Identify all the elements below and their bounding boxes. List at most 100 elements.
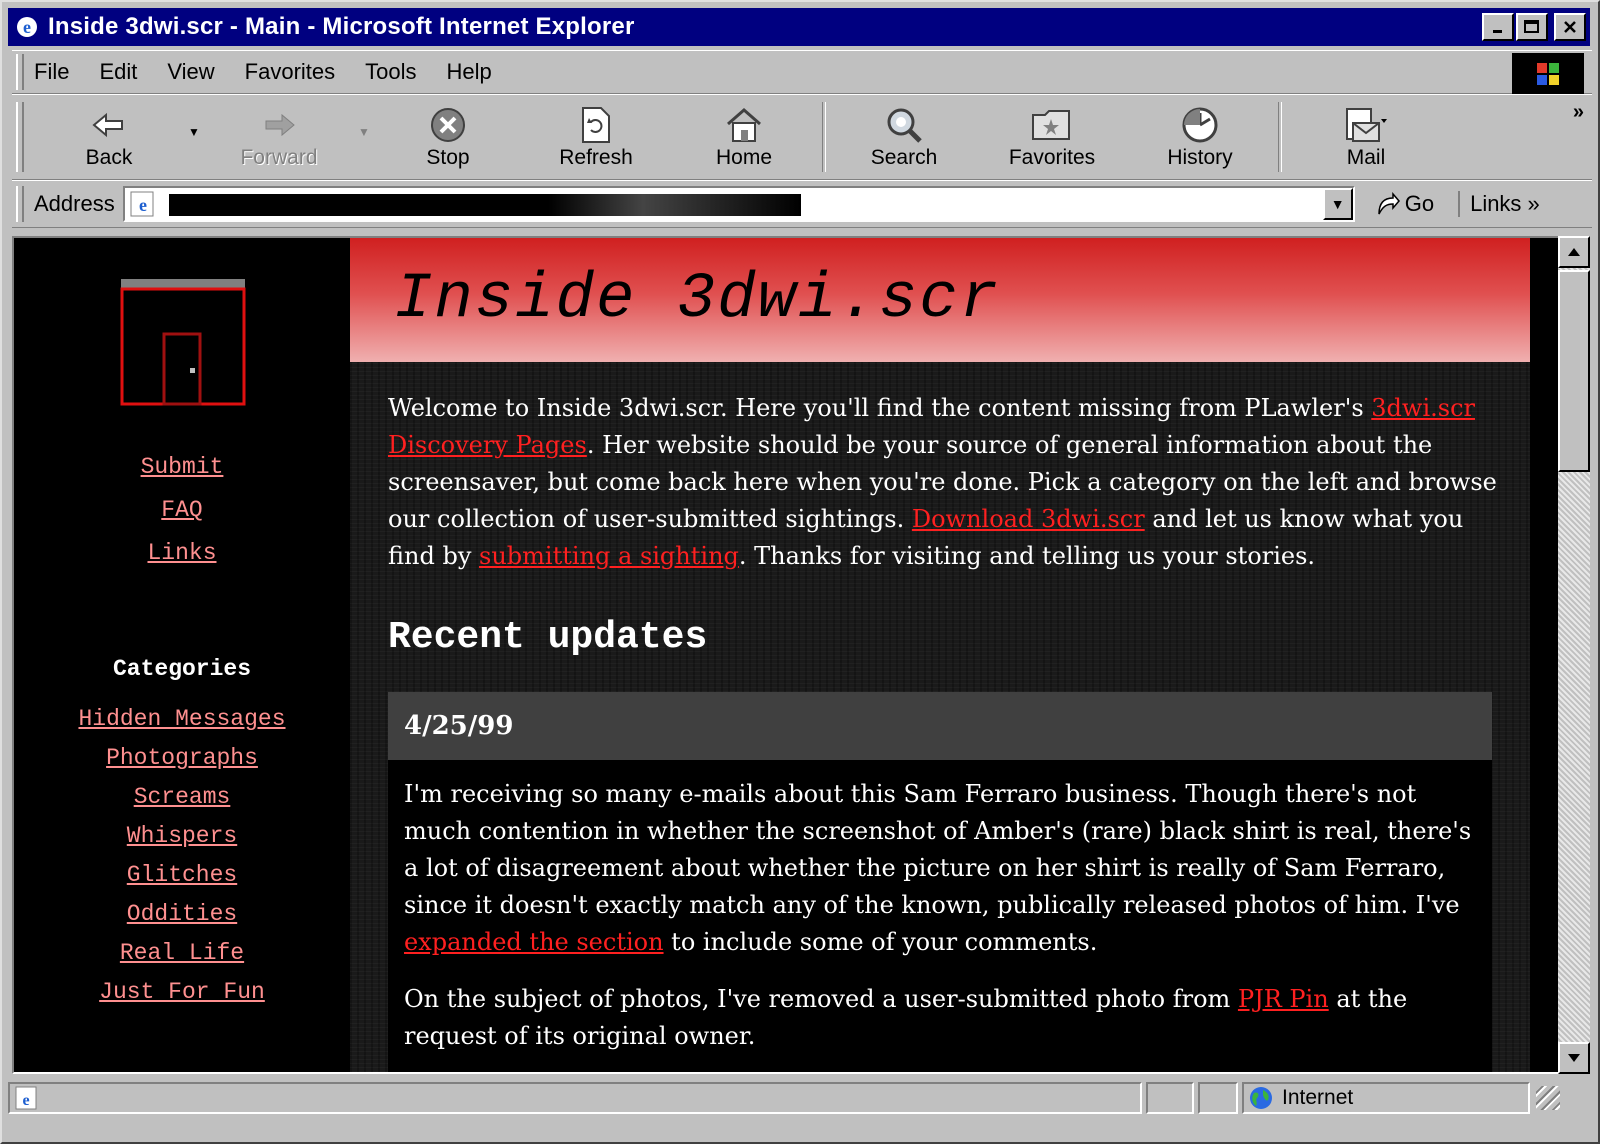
intro-paragraph: Welcome to Inside 3dwi.scr. Here you'll …: [388, 390, 1498, 575]
post-paragraph-1: I'm receiving so many e-mails about this…: [404, 776, 1476, 961]
refresh-label: Refresh: [559, 146, 633, 169]
nav-faq-link[interactable]: FAQ: [14, 499, 350, 522]
category-real-life[interactable]: Real Life: [14, 942, 350, 965]
search-label: Search: [870, 146, 938, 169]
stop-label: Stop: [426, 146, 470, 169]
menu-bar: File Edit View Favorites Tools Help: [12, 50, 1592, 95]
svg-text:e: e: [23, 17, 31, 37]
ie-logo-icon: e: [14, 14, 40, 40]
standard-toolbar: Back ▼ Forward ▼ Stop Refresh Home Searc…: [12, 94, 1592, 180]
back-label: Back: [85, 146, 133, 169]
address-bar: Address e ▼ Go Links »: [12, 180, 1592, 228]
pjr-pin-link[interactable]: PJR Pin: [1238, 985, 1329, 1013]
post-p1-text: I'm receiving so many e-mails about this…: [404, 780, 1472, 919]
address-label: Address: [34, 191, 115, 216]
submit-sighting-link[interactable]: submitting a sighting: [479, 542, 739, 570]
category-list: Hidden Messages Photographs Screams Whis…: [14, 708, 350, 1020]
toolbar-more-icon[interactable]: »: [1573, 101, 1584, 124]
url-redaction: [168, 194, 801, 216]
search-button[interactable]: Search: [830, 97, 978, 177]
arrow-down-icon: [1568, 1054, 1580, 1062]
menu-help[interactable]: Help: [447, 59, 492, 85]
maximize-button[interactable]: [1516, 13, 1548, 41]
back-arrow-icon: [92, 104, 126, 146]
history-button[interactable]: History: [1126, 97, 1274, 177]
refresh-button[interactable]: Refresh: [522, 97, 670, 177]
menu-grip[interactable]: [16, 54, 24, 90]
category-hidden-messages[interactable]: Hidden Messages: [14, 708, 350, 731]
svg-text:e: e: [139, 195, 147, 215]
category-glitches[interactable]: Glitches: [14, 864, 350, 887]
door-logo-icon[interactable]: [120, 278, 246, 406]
menu-favorites[interactable]: Favorites: [245, 59, 335, 85]
mail-button[interactable]: Mail: [1286, 97, 1446, 177]
forward-button[interactable]: Forward: [204, 97, 354, 177]
address-grip[interactable]: [16, 186, 24, 222]
toolbar-grip[interactable]: [16, 102, 24, 172]
windows-logo-icon: [1512, 53, 1584, 95]
security-zone[interactable]: Internet: [1242, 1082, 1530, 1114]
minimize-button[interactable]: [1482, 13, 1514, 41]
page-title: Inside 3dwi.scr: [394, 264, 1001, 336]
category-whispers[interactable]: Whispers: [14, 825, 350, 848]
scroll-down-button[interactable]: [1558, 1042, 1590, 1074]
favorites-button[interactable]: Favorites: [978, 97, 1126, 177]
categories-heading: Categories: [112, 656, 252, 682]
home-label: Home: [715, 146, 773, 169]
forward-arrow-icon: [262, 104, 296, 146]
status-bar: e Internet: [8, 1078, 1592, 1118]
menu-view[interactable]: View: [167, 59, 214, 85]
address-input[interactable]: e ▼: [122, 186, 1355, 222]
mail-label: Mail: [1346, 146, 1386, 169]
main-content: Inside 3dwi.scr Welcome to Inside 3dwi.s…: [350, 238, 1530, 1072]
go-label: Go: [1404, 191, 1435, 216]
page-icon: e: [129, 190, 157, 218]
category-oddities[interactable]: Oddities: [14, 903, 350, 926]
forward-dropdown-icon[interactable]: ▼: [354, 125, 374, 139]
resize-grip[interactable]: [1536, 1086, 1560, 1110]
scroll-up-button[interactable]: [1558, 236, 1590, 268]
category-photographs[interactable]: Photographs: [14, 747, 350, 770]
menu-edit[interactable]: Edit: [99, 59, 137, 85]
links-button[interactable]: Links »: [1458, 191, 1540, 217]
menu-file[interactable]: File: [34, 59, 69, 85]
update-post: 4/25/99 I'm receiving so many e-mails ab…: [388, 692, 1492, 1072]
links-label: Links: [1470, 191, 1522, 216]
nav-submit-link[interactable]: Submit: [14, 456, 350, 479]
recent-updates-heading: Recent updates: [388, 616, 708, 659]
expanded-section-link[interactable]: expanded the section: [404, 928, 664, 956]
history-label: History: [1167, 146, 1233, 169]
post-paragraph-2: On the subject of photos, I've removed a…: [404, 981, 1476, 1055]
menu-tools[interactable]: Tools: [365, 59, 416, 85]
back-button[interactable]: Back: [34, 97, 184, 177]
home-icon: [724, 104, 764, 146]
title-bar[interactable]: e Inside 3dwi.scr - Main - Microsoft Int…: [8, 8, 1590, 46]
page-status-icon: e: [15, 1086, 37, 1110]
page-banner: Inside 3dwi.scr: [350, 238, 1530, 362]
page-viewport: Submit FAQ Links Categories Hidden Messa…: [12, 236, 1560, 1074]
post-p1-end: to include some of your comments.: [663, 928, 1098, 956]
download-link[interactable]: Download 3dwi.scr: [912, 505, 1145, 533]
globe-icon: [1250, 1087, 1272, 1109]
go-button[interactable]: Go: [1375, 191, 1434, 217]
category-just-for-fun[interactable]: Just For Fun: [14, 981, 350, 1004]
vertical-scrollbar[interactable]: [1558, 236, 1590, 1074]
home-button[interactable]: Home: [670, 97, 818, 177]
arrow-up-icon: [1568, 248, 1580, 256]
intro-text-1: Welcome to Inside 3dwi.scr. Here you'll …: [388, 394, 1372, 422]
post-p2-text: On the subject of photos, I've removed a…: [404, 985, 1238, 1013]
scroll-thumb[interactable]: [1558, 270, 1590, 472]
close-button[interactable]: [1554, 13, 1586, 41]
category-screams[interactable]: Screams: [14, 786, 350, 809]
browser-window: e Inside 3dwi.scr - Main - Microsoft Int…: [0, 0, 1600, 1144]
nav-links-link[interactable]: Links: [14, 542, 350, 565]
address-dropdown-icon[interactable]: ▼: [1322, 188, 1353, 220]
stop-button[interactable]: Stop: [374, 97, 522, 177]
zone-label: Internet: [1282, 1086, 1354, 1109]
refresh-icon: [579, 104, 613, 146]
history-icon: [1180, 104, 1220, 146]
left-navigation: Submit FAQ Links Categories Hidden Messa…: [14, 238, 350, 1072]
toolbar-separator: [1278, 102, 1282, 172]
back-dropdown-icon[interactable]: ▼: [184, 125, 204, 139]
mail-icon: [1343, 104, 1389, 146]
